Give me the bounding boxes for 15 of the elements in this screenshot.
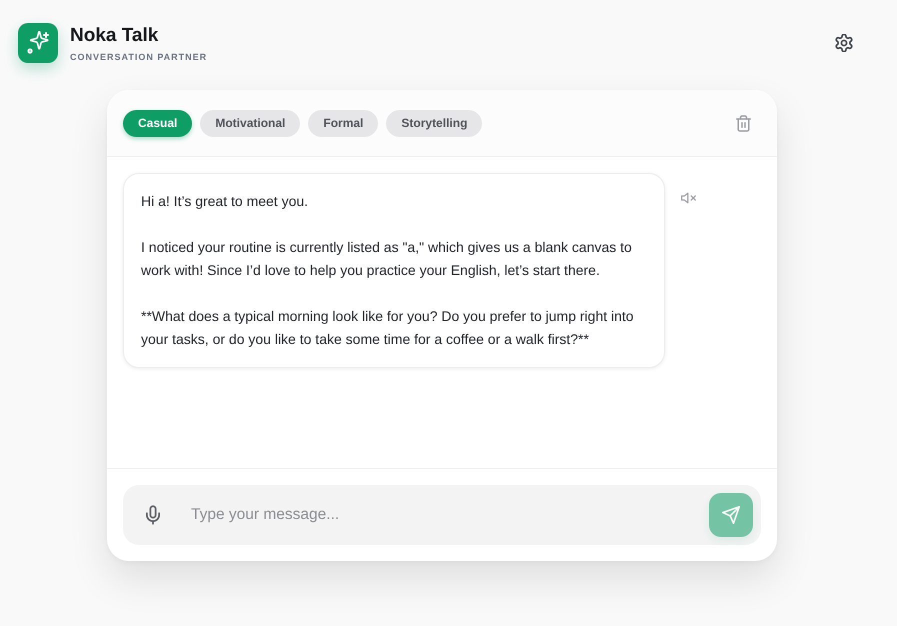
mode-tab[interactable]: Motivational (200, 110, 300, 136)
microphone-icon[interactable] (146, 505, 160, 525)
message-input[interactable]: Type your message... (176, 495, 709, 535)
app-subtitle: CONVERSATION PARTNER (70, 50, 208, 62)
assistant-message: Hi a! It’s great to meet you. I noticed your routine is currently listed as "a," which gives us a blank canvas to work with! Since I’d love to help you practice your English, let’s start there. **What does a typical morning look like for you? Do you prefer to jump right into your tasks, or do you like to take some time for a coffee or a walk first?** (123, 173, 665, 368)
mode-tab[interactable]: Formal (308, 110, 378, 136)
trash-icon[interactable] (736, 114, 751, 132)
mode-tab[interactable]: Casual (123, 110, 192, 136)
app-title: Noka Talk (70, 24, 160, 46)
send-icon (722, 506, 740, 524)
sparkle-logo-icon (18, 23, 58, 63)
message-composer[interactable]: Type your message... (123, 485, 761, 545)
speaker-muted-icon[interactable] (681, 192, 696, 204)
mode-tab[interactable]: Storytelling (386, 110, 482, 136)
settings-icon[interactable] (835, 34, 853, 52)
